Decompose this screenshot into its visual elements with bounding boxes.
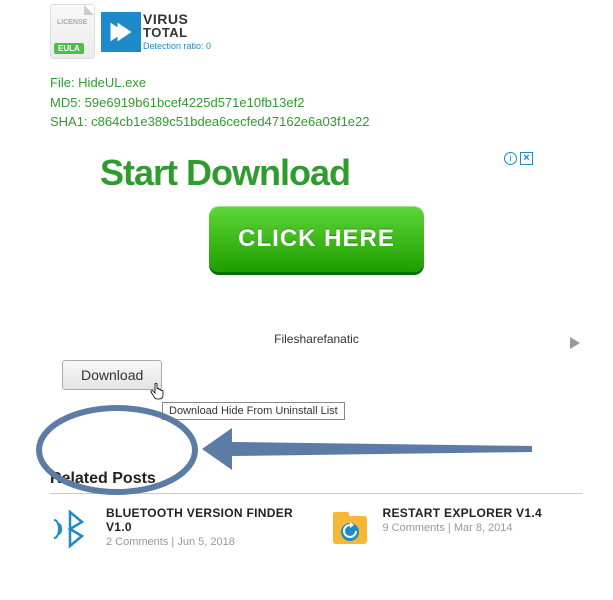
sponsor-label: Filesharefanatic xyxy=(50,332,583,346)
ad-info-icon[interactable]: i xyxy=(504,152,517,165)
file-sha1: SHA1: c864cb1e389c51bdea6cecfed47162e6a0… xyxy=(50,112,583,132)
detection-ratio: Detection ratio: 0 xyxy=(143,41,211,51)
eula-tag: EULA xyxy=(54,43,84,54)
post-meta: 2 Comments | Jun 5, 2018 xyxy=(106,536,307,548)
related-post[interactable]: BLUETOOTH VERSION FINDER V1.0 2 Comments… xyxy=(50,506,307,552)
ad-info-close[interactable]: i × xyxy=(504,152,533,165)
virustotal-icon xyxy=(101,12,141,52)
ad-click-here-button[interactable]: CLICK HERE xyxy=(209,206,424,272)
related-post[interactable]: RESTART EXPLORER V1.4 9 Comments | Mar 8… xyxy=(327,506,584,552)
ad-close-icon[interactable]: × xyxy=(520,152,533,165)
virustotal-label-1: VIRUS xyxy=(143,12,211,26)
virustotal-label-2: TOTAL xyxy=(143,26,211,39)
license-eula-badge[interactable]: LICENSE EULA xyxy=(50,4,95,59)
file-info-block: File: HideUL.exe MD5: 59e6919b61bcef4225… xyxy=(50,73,583,132)
post-title: BLUETOOTH VERSION FINDER V1.0 xyxy=(106,506,307,534)
download-button[interactable]: Download xyxy=(62,360,162,390)
carousel-next-icon[interactable] xyxy=(570,336,580,348)
related-posts-heading: Related Posts xyxy=(50,470,583,494)
restart-explorer-icon xyxy=(327,506,373,552)
advertisement-block: i × Start Download CLICK HERE xyxy=(100,152,533,272)
download-tooltip: Download Hide From Uninstall List xyxy=(162,402,345,420)
bluetooth-icon xyxy=(50,506,96,552)
ad-headline[interactable]: Start Download xyxy=(100,152,533,194)
file-name: File: HideUL.exe xyxy=(50,73,583,93)
file-md5: MD5: 59e6919b61bcef4225d571e10fb13ef2 xyxy=(50,93,583,113)
virustotal-badge[interactable]: VIRUS TOTAL Detection ratio: 0 xyxy=(101,4,211,59)
license-text: LICENSE xyxy=(57,19,87,26)
post-meta: 9 Comments | Mar 8, 2014 xyxy=(383,522,542,534)
post-title: RESTART EXPLORER V1.4 xyxy=(383,506,542,520)
